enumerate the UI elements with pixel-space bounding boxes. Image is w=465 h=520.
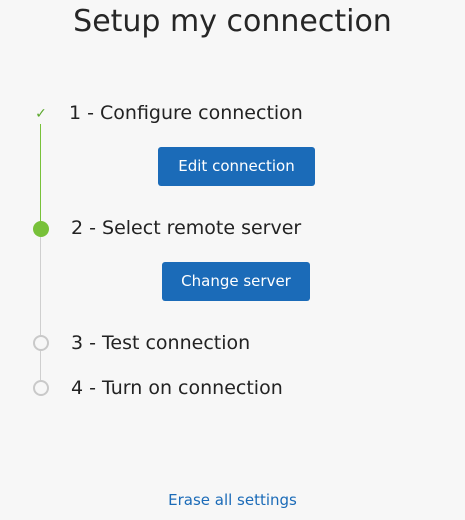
active-step-icon: [33, 221, 49, 237]
progress-track-pending: [40, 236, 41, 336]
step-3-label: 3 - Test connection: [71, 332, 251, 354]
step-4-label: 4 - Turn on connection: [71, 377, 283, 399]
step-2-label: 2 - Select remote server: [71, 217, 302, 239]
change-server-button[interactable]: Change server: [162, 262, 310, 301]
progress-track-completed: [40, 124, 41, 222]
step-1-label: 1 - Configure connection: [69, 102, 303, 124]
erase-all-settings-link[interactable]: Erase all settings: [0, 491, 465, 509]
pending-step-icon: [33, 380, 49, 396]
progress-track-pending-2: [40, 350, 41, 383]
page-title: Setup my connection: [73, 4, 392, 39]
pending-step-icon: [33, 335, 49, 351]
check-icon: ✓: [35, 106, 47, 122]
edit-connection-button[interactable]: Edit connection: [158, 147, 315, 186]
